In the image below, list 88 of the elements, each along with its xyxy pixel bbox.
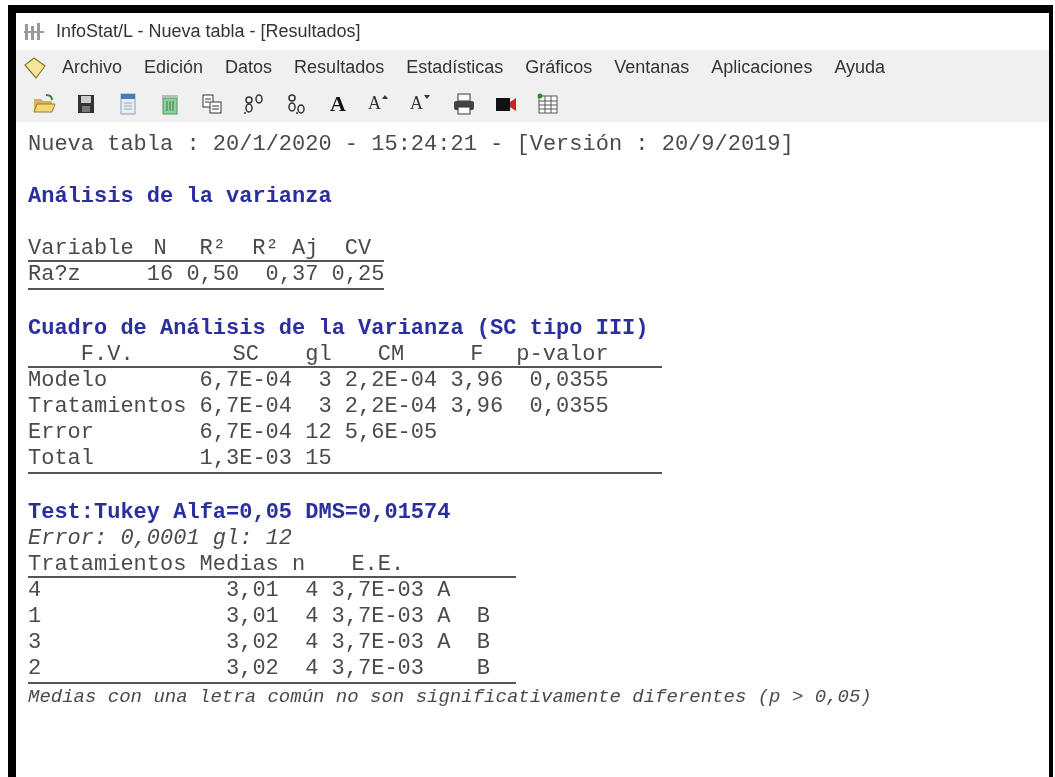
table-cell: 6,7E-04 — [199, 368, 292, 394]
menu-item[interactable]: Gráficos — [514, 54, 604, 81]
table-cell: 0,25 — [331, 262, 385, 288]
table-cell: 5,6E-05 — [344, 420, 438, 446]
menu-item[interactable]: Datos — [214, 54, 284, 81]
group-letter: A — [437, 604, 451, 630]
table-cell-text: Total — [28, 446, 95, 472]
report-header: Nueva tabla : 20/1/2020 - 15:24:21 - [Versión : 20/9/2019] — [28, 132, 795, 158]
table-cell: 3,7E-03 — [331, 656, 424, 682]
menu-item[interactable]: Resultados — [283, 54, 396, 81]
table-cell-text: 4 — [304, 578, 319, 604]
column-header: F.V. — [79, 342, 135, 368]
menu-item[interactable]: Edición — [133, 54, 215, 81]
column-header: Medias — [199, 552, 279, 578]
column-header: R² — [198, 236, 227, 262]
table-cell-text: 3 — [28, 630, 43, 656]
table-cell-text: Ra?z — [28, 262, 82, 288]
grid-icon[interactable] — [536, 91, 560, 116]
table-cell-text: Error — [28, 420, 95, 446]
table-title: Cuadro de Análisis de la Varianza (SC tipo III) — [28, 316, 650, 342]
table-cell-text: 3 — [317, 394, 332, 420]
menu-item[interactable]: Ventanas — [603, 54, 701, 81]
column-header: CV — [343, 236, 373, 262]
menu-item[interactable]: Archivo — [51, 54, 134, 81]
column-header: R² Aj — [252, 236, 319, 262]
table-cell-text: 4 — [304, 656, 319, 682]
table-cell-text: 3,01 — [225, 578, 279, 604]
group-letter: A — [437, 578, 451, 604]
table-cell: 3,96 — [450, 368, 504, 394]
column-header: N — [152, 236, 168, 262]
app-icon — [22, 21, 46, 42]
table-cell: Tratamientos — [28, 394, 187, 420]
table-cell-text: Modelo — [28, 368, 109, 394]
triangle-down-icon — [424, 94, 430, 100]
column-header: Variable — [28, 236, 134, 262]
table-cell: 16 — [146, 262, 174, 288]
table-cell-text: 1 — [28, 604, 43, 630]
table-cell: 6,7E-04 — [199, 394, 292, 420]
table-cell: 6,7E-04 — [199, 420, 292, 446]
menu-item[interactable]: Aplicaciones — [700, 54, 824, 81]
column-header: gl — [305, 342, 332, 368]
table-cell-text: 4 — [28, 578, 43, 604]
window-title: InfoStat/L - Nueva tabla - [Resultados] — [56, 20, 361, 43]
table-cell-text: 2 — [28, 656, 43, 682]
printer-icon[interactable] — [452, 91, 476, 116]
table-cell-text: 3 — [317, 368, 332, 394]
column-header: n — [292, 552, 307, 578]
table-cell-text: 4 — [304, 630, 319, 656]
table-cell: 1,3E-03 — [199, 446, 292, 472]
table-cell: 12 — [305, 420, 332, 446]
table-cell-text: 3,02 — [225, 656, 279, 682]
test-title: Test:Tukey Alfa=0,05 DMS=0,01574 — [28, 500, 452, 526]
table-cell-text: 0,37 — [264, 262, 319, 288]
table-cell-text: 4 — [304, 604, 319, 630]
column-header: CM — [376, 342, 406, 368]
group-letter: B — [476, 604, 490, 630]
decimal-increase-icon[interactable] — [242, 91, 266, 116]
open-folder-icon[interactable] — [32, 91, 56, 116]
group-letter: B — [476, 656, 490, 682]
menu-item[interactable]: Estadísticas — [395, 54, 515, 81]
table-cell: 3,7E-03 — [331, 578, 424, 604]
table-cell-text: 3,02 — [225, 630, 279, 656]
table-cell: 3,7E-03 — [331, 604, 424, 630]
menu-item[interactable]: Ayuda — [823, 54, 897, 81]
triangle-up-icon — [382, 94, 388, 100]
error-line: Error: 0,0001 gl: 12 — [28, 526, 294, 552]
copy-icon[interactable] — [200, 91, 224, 116]
table-cell-text: 0,0355 — [528, 368, 609, 394]
column-header: F — [469, 342, 485, 368]
column-header: p-valor — [516, 342, 609, 368]
bold-button[interactable]: A — [326, 87, 350, 120]
table-cell-text: 3,01 — [225, 604, 279, 630]
table-cell: 3,7E-03 — [331, 630, 424, 656]
column-header: SC — [231, 342, 260, 368]
table-cell: 0,50 — [186, 262, 240, 288]
column-header: Tratamientos — [28, 552, 187, 578]
footnote: Medias con una letra común no son significativamente diferentes (p > 0,05) — [28, 685, 873, 710]
font-larger-button[interactable]: A — [368, 90, 392, 117]
table-cell: 15 — [305, 446, 332, 472]
group-letter: A — [437, 630, 451, 656]
section-title: Análisis de la varianza — [28, 184, 333, 210]
column-header: E.E. — [350, 552, 406, 578]
table-cell: 3,96 — [450, 394, 504, 420]
table-cell: 2,2E-04 — [344, 394, 438, 420]
group-letter: B — [476, 630, 490, 656]
table-cell-text: 0,0355 — [528, 394, 609, 420]
table-cell: 2,2E-04 — [344, 368, 438, 394]
font-smaller-button[interactable]: A — [410, 90, 434, 117]
